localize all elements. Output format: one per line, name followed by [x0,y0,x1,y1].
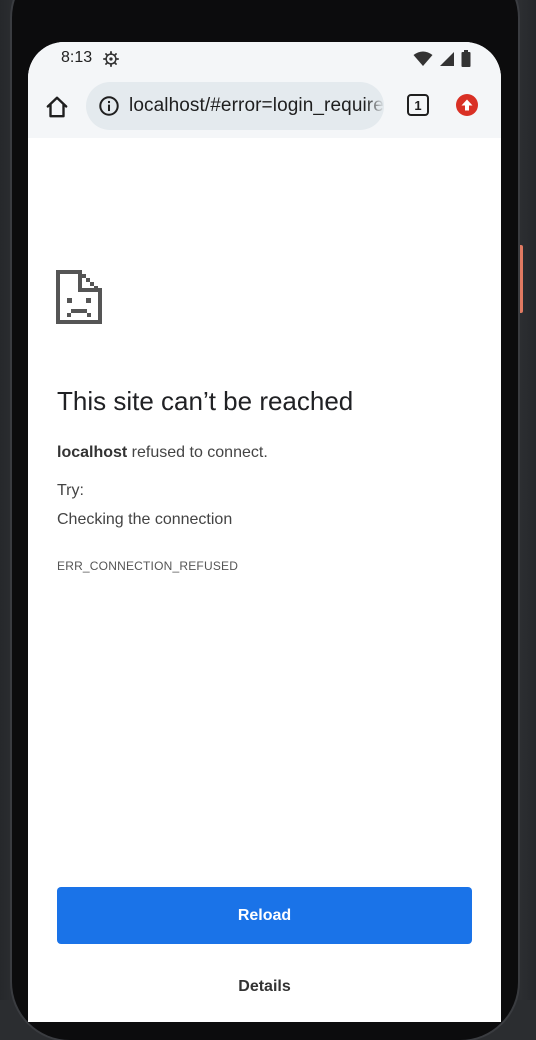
device-frame: 8:13 localhost/#error=login_required 1 T… [0,0,536,1040]
error-host: localhost [57,444,128,461]
power-button [518,245,523,313]
error-description-text: refused to connect. [127,444,268,461]
wifi-icon [413,51,433,66]
url-fade [366,82,384,130]
suggestion-item: Checking the connection [57,511,233,528]
error-description: localhost refused to connect. [57,444,268,462]
home-button[interactable] [42,92,72,122]
browser-toolbar: localhost/#error=login_required 1 [28,76,501,138]
browser-screen: 8:13 localhost/#error=login_required 1 T… [28,42,501,1022]
battery-icon [461,50,471,67]
details-button[interactable]: Details [57,972,472,1002]
status-icons [413,50,471,67]
home-icon [46,96,68,118]
url-text[interactable]: localhost/#error=login_required [129,95,384,117]
tab-switcher-button[interactable]: 1 [407,94,429,116]
update-button[interactable] [456,94,478,116]
signal-icon [440,51,454,66]
address-bar[interactable]: localhost/#error=login_required [86,82,384,130]
reload-button[interactable]: Reload [57,887,472,944]
error-title: This site can’t be reached [57,386,354,416]
status-bar: 8:13 [28,42,501,76]
try-label: Try: [57,482,84,499]
error-code: ERR_CONNECTION_REFUSED [57,559,239,573]
settings-gear-icon [102,50,120,68]
info-icon[interactable] [98,95,120,117]
status-time: 8:13 [61,49,93,66]
sad-document-icon [56,270,102,324]
update-arrow-icon [461,99,473,111]
